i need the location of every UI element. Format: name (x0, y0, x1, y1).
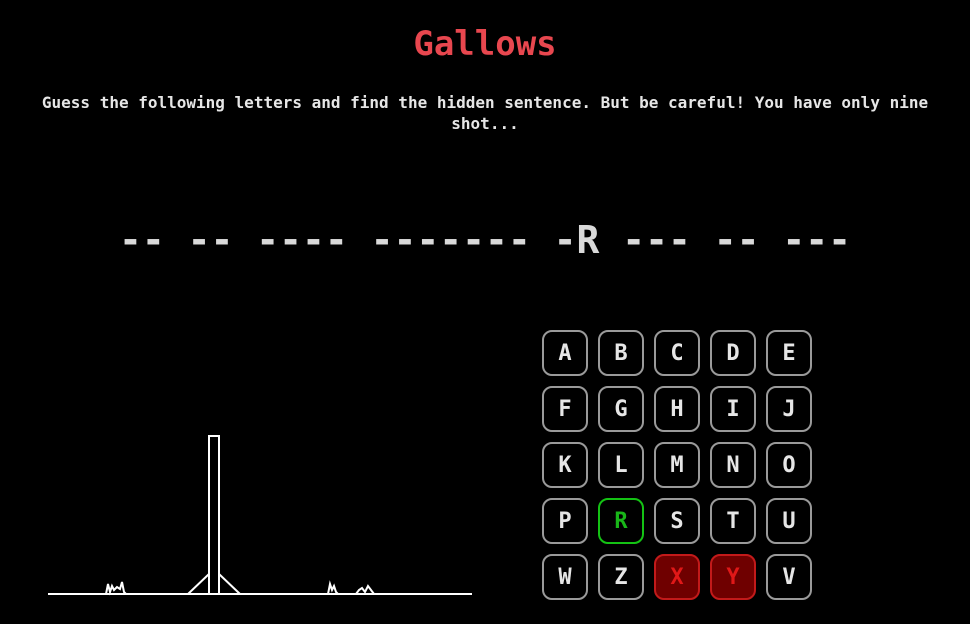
letter-key-s[interactable]: S (654, 498, 700, 544)
letter-keyboard: ABCDE FGHIJ KLMNO PRSTU WZXYV (542, 330, 822, 600)
grass-tuft-middle (327, 580, 339, 595)
letter-key-c[interactable]: C (654, 330, 700, 376)
letter-key-i[interactable]: I (710, 386, 756, 432)
letter-key-t[interactable]: T (710, 498, 756, 544)
letter-key-l[interactable]: L (598, 442, 644, 488)
letter-key-w[interactable]: W (542, 554, 588, 600)
hidden-sentence: -- -- ---- ------- -R --- -- --- (118, 218, 852, 262)
letter-key-h[interactable]: H (654, 386, 700, 432)
letter-key-m[interactable]: M (654, 442, 700, 488)
letter-key-g[interactable]: G (598, 386, 644, 432)
letter-key-e[interactable]: E (766, 330, 812, 376)
gallows-support-left (187, 573, 210, 595)
letter-key-j[interactable]: J (766, 386, 812, 432)
letter-key-k[interactable]: K (542, 442, 588, 488)
letter-key-b[interactable]: B (598, 330, 644, 376)
letter-key-v[interactable]: V (766, 554, 812, 600)
grass-tuft-left (105, 581, 127, 596)
letter-key-o[interactable]: O (766, 442, 812, 488)
page-title: Gallows (413, 24, 557, 64)
letter-key-u[interactable]: U (766, 498, 812, 544)
letter-key-f[interactable]: F (542, 386, 588, 432)
gallows-post (208, 435, 220, 595)
letter-key-n[interactable]: N (710, 442, 756, 488)
letter-key-d[interactable]: D (710, 330, 756, 376)
gallows-drawing (48, 435, 472, 596)
instructions-text: Guess the following letters and find the… (41, 93, 929, 133)
letter-key-a[interactable]: A (542, 330, 588, 376)
grass-tuft-right (355, 584, 375, 595)
letter-key-p[interactable]: P (542, 498, 588, 544)
letter-key-z[interactable]: Z (598, 554, 644, 600)
gallows-support-right (218, 573, 241, 595)
letter-key-x[interactable]: X (654, 554, 700, 600)
letter-key-y[interactable]: Y (710, 554, 756, 600)
letter-key-r[interactable]: R (598, 498, 644, 544)
